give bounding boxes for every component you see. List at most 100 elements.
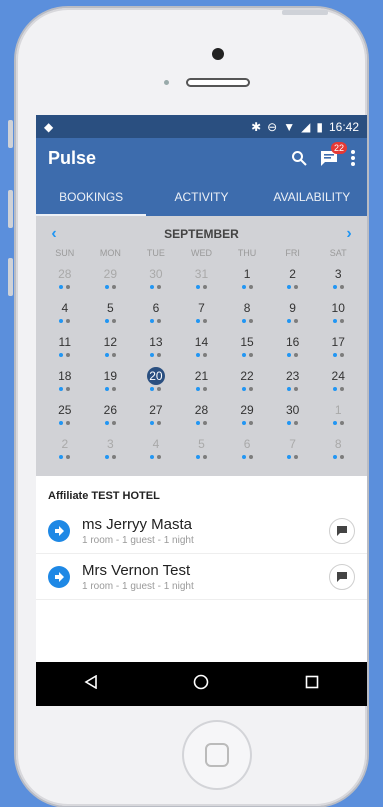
calendar-day[interactable]: 12	[88, 328, 134, 362]
power-button	[282, 10, 328, 15]
availability-dot	[339, 353, 344, 357]
calendar-day[interactable]: 3	[315, 260, 361, 294]
calendar-day[interactable]: 1	[224, 260, 270, 294]
day-indicators	[150, 319, 162, 323]
calendar-day[interactable]: 25	[42, 396, 88, 430]
calendar-day[interactable]: 4	[42, 294, 88, 328]
chat-icon[interactable]	[329, 563, 355, 590]
calendar-day[interactable]: 5	[88, 294, 134, 328]
booking-dot	[150, 455, 155, 459]
calendar-day[interactable]: 15	[224, 328, 270, 362]
availability-dot	[111, 421, 116, 425]
day-number: 4	[61, 301, 69, 315]
calendar-day[interactable]: 3	[88, 430, 134, 464]
day-number: 10	[331, 301, 345, 315]
bluetooth-icon: ✱	[251, 119, 262, 134]
tab-availability[interactable]: AVAILABILITY	[257, 178, 367, 216]
booking-item[interactable]: Mrs Vernon Test 1 room - 1 guest - 1 nig…	[36, 554, 367, 600]
availability-dot	[294, 387, 299, 391]
calendar-day[interactable]: 16	[270, 328, 316, 362]
day-number: 15	[240, 335, 254, 349]
day-number: 6	[243, 437, 251, 451]
booking-dot	[195, 353, 200, 357]
calendar-day[interactable]: 8	[315, 430, 361, 464]
more-options-icon[interactable]	[351, 150, 355, 166]
calendar-day[interactable]: 31	[179, 260, 225, 294]
calendar-day[interactable]: 29	[88, 260, 134, 294]
calendar-day[interactable]: 24	[315, 362, 361, 396]
calendar-day[interactable]: 28	[42, 260, 88, 294]
day-indicators	[287, 353, 299, 357]
booking-item[interactable]: ms Jerryy Masta 1 room - 1 guest - 1 nig…	[36, 508, 367, 554]
calendar-day[interactable]: 21	[179, 362, 225, 396]
month-label: SEPTEMBER	[164, 227, 239, 241]
calendar-day[interactable]: 6	[133, 294, 179, 328]
day-number: 1	[334, 403, 342, 417]
calendar-day[interactable]: 18	[42, 362, 88, 396]
calendar-day[interactable]: 19	[88, 362, 134, 396]
calendar-day[interactable]: 11	[42, 328, 88, 362]
day-indicators	[59, 421, 71, 425]
weekday-label: TUE	[146, 248, 165, 258]
availability-dot	[202, 455, 207, 459]
booking-dot	[195, 285, 200, 289]
calendar-day[interactable]: 1	[315, 396, 361, 430]
day-indicators	[332, 455, 344, 459]
calendar-day[interactable]: 9	[270, 294, 316, 328]
day-indicators	[59, 285, 71, 289]
messages-button[interactable]: 22	[319, 142, 347, 167]
back-icon[interactable]	[84, 674, 98, 694]
day-number: 28	[194, 403, 209, 417]
booking-dot	[59, 387, 64, 391]
calendar-day[interactable]: 17	[315, 328, 361, 362]
prev-month-icon[interactable]: ‹	[42, 225, 66, 243]
calendar-day[interactable]: 2	[270, 260, 316, 294]
booking-dot	[287, 421, 292, 425]
day-number: 1	[243, 267, 251, 281]
calendar-day[interactable]: 23	[270, 362, 316, 396]
booking-dot	[104, 455, 109, 459]
tab-bookings[interactable]: BOOKINGS	[36, 178, 147, 216]
calendar-day[interactable]: 7	[270, 430, 316, 464]
calendar-day[interactable]: 13	[133, 328, 179, 362]
calendar-day[interactable]: 8	[224, 294, 270, 328]
chat-icon[interactable]	[329, 517, 355, 544]
calendar-day[interactable]: 4	[133, 430, 179, 464]
app-bar: Pulse 22	[36, 138, 367, 178]
day-indicators	[195, 387, 207, 391]
calendar-day[interactable]: 30	[270, 396, 316, 430]
availability-dot	[248, 285, 253, 289]
calendar-day[interactable]: 20	[133, 362, 179, 396]
calendar-day[interactable]: 26	[88, 396, 134, 430]
calendar-day[interactable]: 28	[179, 396, 225, 430]
calendar-day[interactable]: 7	[179, 294, 225, 328]
calendar-day[interactable]: 5	[179, 430, 225, 464]
tab-activity[interactable]: ACTIVITY	[146, 178, 256, 216]
calendar-day[interactable]: 14	[179, 328, 225, 362]
calendar-day[interactable]: 2	[42, 430, 88, 464]
calendar-day[interactable]: 22	[224, 362, 270, 396]
day-indicators	[104, 353, 116, 357]
weekday-label: SUN	[55, 248, 75, 258]
calendar-day[interactable]: 10	[315, 294, 361, 328]
recents-icon[interactable]	[305, 675, 319, 694]
availability-dot	[157, 285, 162, 289]
availability-dot	[339, 285, 344, 289]
booking-dot	[104, 387, 109, 391]
booking-dot	[150, 387, 155, 391]
booking-dot	[59, 319, 64, 323]
booking-dot	[332, 285, 337, 289]
availability-dot	[248, 421, 253, 425]
next-month-icon[interactable]: ›	[337, 225, 361, 243]
day-number: 13	[149, 335, 163, 349]
calendar-day[interactable]: 27	[133, 396, 179, 430]
home-button[interactable]	[182, 720, 252, 790]
calendar-day[interactable]: 29	[224, 396, 270, 430]
calendar-day[interactable]: 6	[224, 430, 270, 464]
calendar-day[interactable]: 30	[133, 260, 179, 294]
search-icon[interactable]	[291, 150, 307, 166]
home-icon[interactable]	[193, 674, 209, 695]
day-number: 2	[61, 437, 69, 451]
booking-detail: 1 room - 1 guest - 1 night	[82, 534, 194, 546]
day-number: 17	[331, 335, 345, 349]
